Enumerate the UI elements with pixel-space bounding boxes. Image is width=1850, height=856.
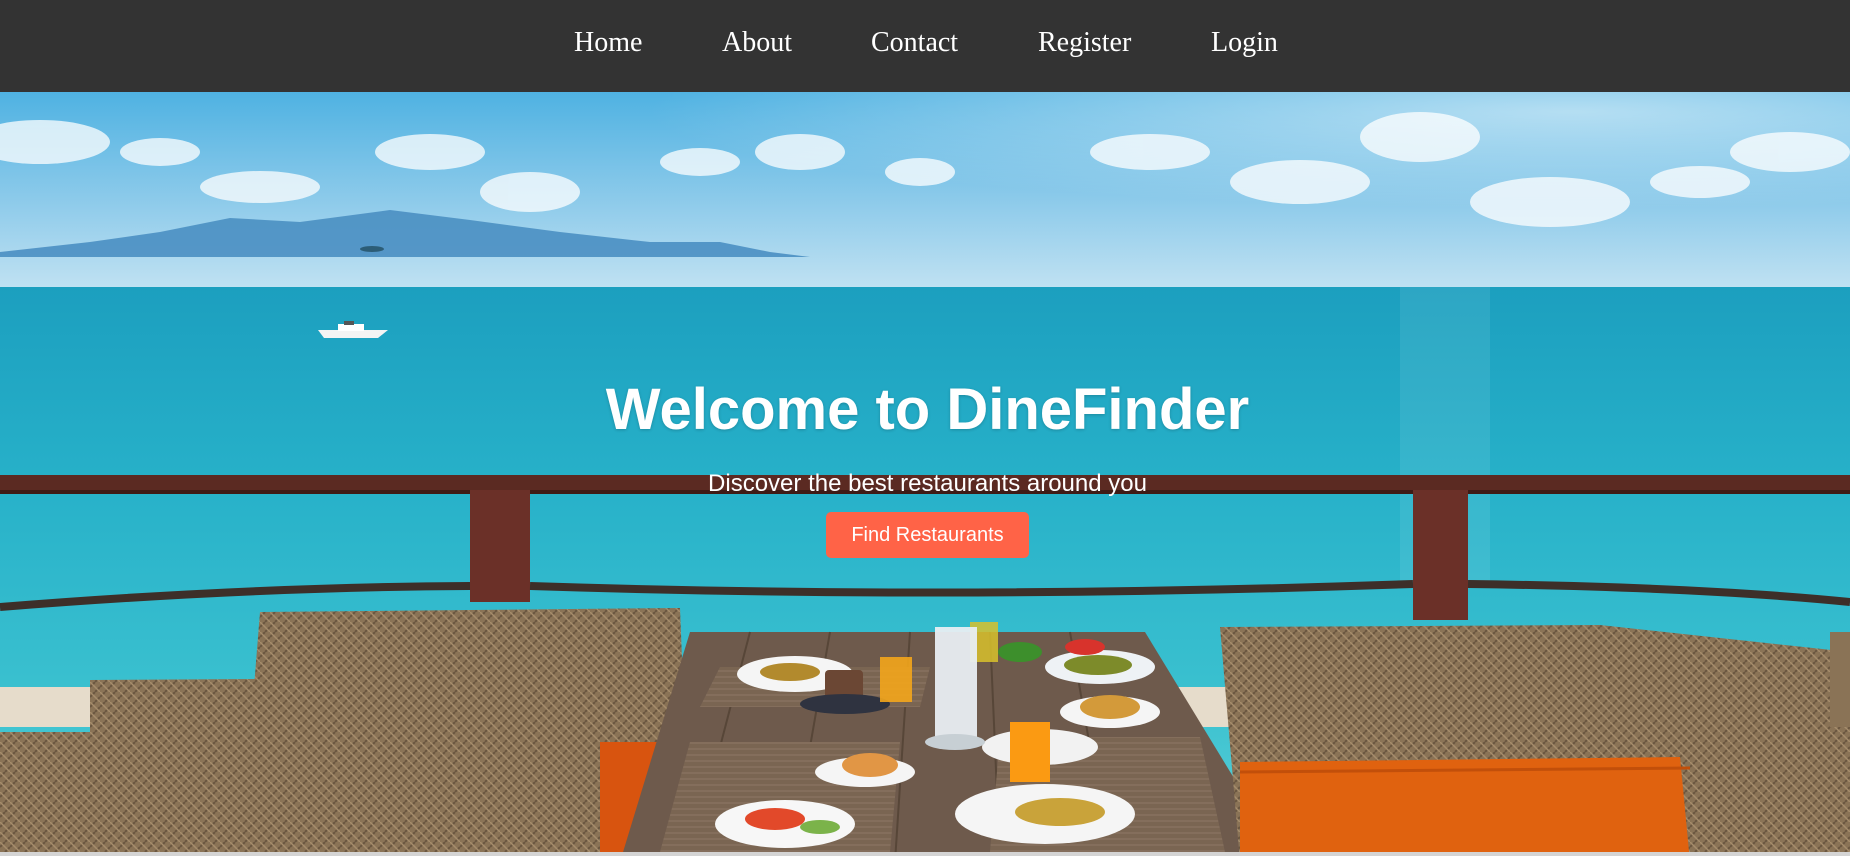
nav-home-link[interactable]: Home [574,25,642,61]
nav-register-link[interactable]: Register [1038,25,1131,61]
top-navbar: Home About Contact Register Login [0,0,1850,92]
hero-title: Welcome to DineFinder [605,377,1250,442]
nav-contact-link[interactable]: Contact [871,25,958,61]
find-restaurants-button[interactable]: Find Restaurants [826,512,1029,558]
page-bottom-edge [0,852,1850,856]
hero-subtitle: Discover the best restaurants around you [708,470,1147,497]
hero-section: Welcome to DineFinder Discover the best … [0,92,1850,852]
nav-login-link[interactable]: Login [1211,25,1278,61]
nav-links: Home About Contact Register Login [0,0,1850,92]
nav-about-link[interactable]: About [722,25,792,61]
